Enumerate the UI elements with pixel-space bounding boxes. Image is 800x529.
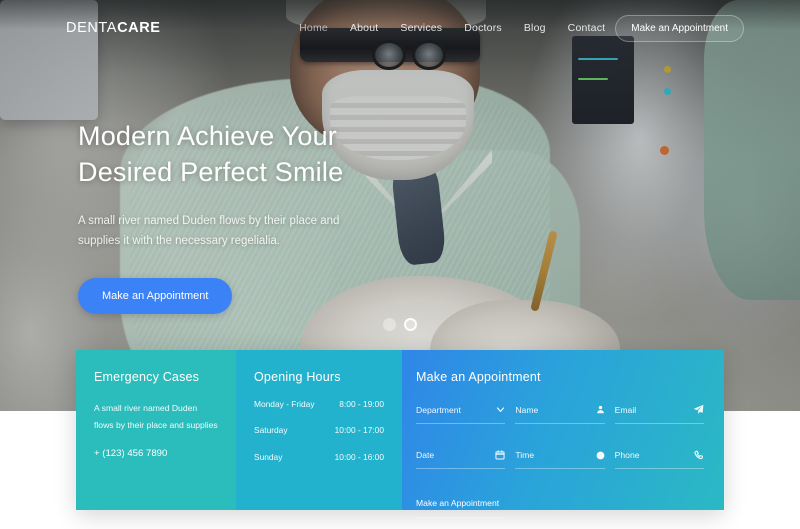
chevron-down-icon <box>496 405 505 414</box>
nav-item-contact[interactable]: Contact <box>568 22 606 34</box>
nav-item-doctors[interactable]: Doctors <box>464 22 502 34</box>
hero-title: Modern Achieve Your Desired Perfect Smil… <box>78 118 498 190</box>
phone-input[interactable]: Phone <box>614 446 704 469</box>
email-label: Email <box>614 404 637 415</box>
hero-content: Modern Achieve Your Desired Perfect Smil… <box>78 118 498 314</box>
opening-hours-row: Monday - Friday 8:00 - 19:00 <box>254 399 384 409</box>
hero-make-appointment-button[interactable]: Make an Appointment <box>78 277 233 314</box>
opening-hours-panel: Opening Hours Monday - Friday 8:00 - 19:… <box>236 350 402 510</box>
hero-slider-pagination <box>383 318 417 331</box>
nav-item-about[interactable]: About <box>350 22 378 34</box>
department-label: Department <box>416 404 461 415</box>
calendar-icon <box>495 450 505 460</box>
hero-subtitle: A small river named Duden flows by their… <box>78 215 340 248</box>
opening-hours-row: Saturday 10:00 - 17:00 <box>254 425 384 436</box>
appointment-submit-label: Make an Appointment <box>416 498 500 508</box>
brand-logo[interactable]: DENTACARE <box>66 20 161 36</box>
opening-hours-time: 10:00 - 16:00 <box>334 451 384 462</box>
phone-icon <box>694 450 704 460</box>
department-select[interactable]: Department <box>416 400 506 424</box>
nav-item-blog[interactable]: Blog <box>524 22 546 34</box>
opening-hours-day: Monday - Friday <box>254 399 315 409</box>
opening-hours-title: Opening Hours <box>254 370 341 384</box>
opening-hours-row: Sunday 10:00 - 16:00 <box>254 451 384 462</box>
time-label: Time <box>515 450 535 460</box>
brand-logo-part1: DENTA <box>66 20 118 36</box>
opening-hours-day: Sunday <box>254 451 283 462</box>
emergency-cases-body: A small river named Duden flows by their… <box>94 403 218 431</box>
opening-hours-time: 10:00 - 17:00 <box>334 425 384 436</box>
name-input[interactable]: Name <box>515 400 605 424</box>
opening-hours-time: 8:00 - 19:00 <box>339 399 384 409</box>
primary-navigation: Home About Services Doctors Blog Contact <box>299 22 605 34</box>
clock-icon <box>596 451 605 460</box>
navbar: DENTACARE Home About Services Doctors Bl… <box>0 0 800 56</box>
appointment-form-grid: Department Name Email Date Time Phone Ma… <box>416 400 704 518</box>
hero-title-line1: Modern Achieve Your <box>78 121 337 151</box>
send-icon <box>693 404 704 415</box>
appointment-form-title: Make an Appointment <box>416 370 541 384</box>
name-label: Name <box>515 404 539 415</box>
appointment-form-panel: Make an Appointment Department Name Emai… <box>402 350 724 518</box>
user-icon <box>596 405 605 414</box>
phone-label: Phone <box>614 450 640 460</box>
slider-dot-1[interactable] <box>383 318 396 331</box>
date-input[interactable]: Date <box>416 446 506 469</box>
email-input[interactable]: Email <box>614 400 704 424</box>
info-panels-row: Emergency Cases A small river named Dude… <box>76 350 724 518</box>
emergency-cases-panel: Emergency Cases A small river named Dude… <box>76 350 236 510</box>
hero-title-line2: Desired Perfect Smile <box>78 157 344 188</box>
date-label: Date <box>416 450 435 460</box>
emergency-cases-title: Emergency Cases <box>94 370 200 384</box>
nav-item-home[interactable]: Home <box>299 22 328 34</box>
page-root: DENTACARE Home About Services Doctors Bl… <box>0 0 800 529</box>
emergency-phone-number[interactable]: + (123) 456 7890 <box>94 448 218 459</box>
nav-item-services[interactable]: Services <box>400 22 442 34</box>
slider-dot-2[interactable] <box>404 318 417 331</box>
appointment-submit-button[interactable]: Make an Appointment <box>416 491 506 518</box>
nav-make-appointment-button[interactable]: Make an Appointment <box>615 14 744 42</box>
time-input[interactable]: Time <box>515 446 605 469</box>
brand-logo-part2: CARE <box>117 20 161 36</box>
opening-hours-day: Saturday <box>254 425 288 436</box>
